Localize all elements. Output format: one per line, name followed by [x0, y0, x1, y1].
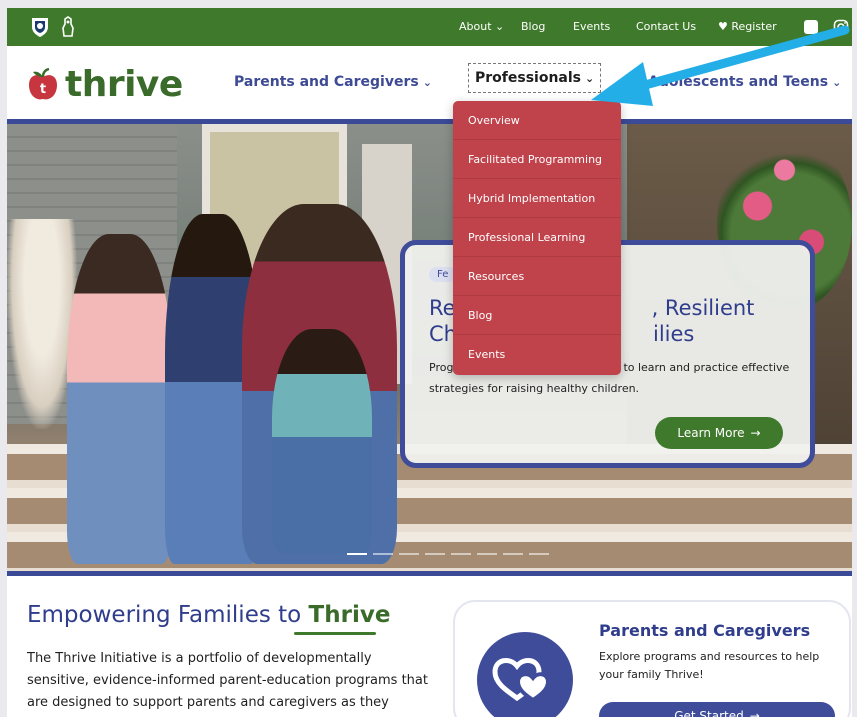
- apple-icon: t: [29, 67, 57, 99]
- card-description: Explore programs and resources to help y…: [599, 650, 820, 681]
- intro-paragraph: The Thrive Initiative is a portfolio of …: [27, 651, 428, 710]
- learn-more-button[interactable]: Learn More →: [655, 417, 783, 449]
- chevron-down-icon: ⌄: [495, 20, 505, 33]
- arrow-right-icon: →: [749, 709, 760, 717]
- arrow-right-icon: →: [750, 426, 761, 440]
- chevron-down-icon: ⌄: [422, 76, 432, 89]
- nav-parents[interactable]: Parents and Caregivers ⌄: [234, 74, 432, 90]
- annotation-arrow-icon: [591, 25, 850, 106]
- parents-card: Parents and Caregivers Explore programs …: [453, 600, 851, 717]
- topnav-blog[interactable]: Blog: [521, 20, 545, 33]
- get-started-button[interactable]: Get Started →: [599, 702, 835, 717]
- dropdown-item-facilitated-programming[interactable]: Facilitated Programming: [453, 140, 621, 179]
- card-title: Parents and Caregivers: [599, 621, 811, 640]
- dropdown-item-resources[interactable]: Resources: [453, 257, 621, 296]
- logo-wordmark: thrive: [65, 64, 183, 105]
- dropdown-item-hybrid-implementation[interactable]: Hybrid Implementation: [453, 179, 621, 218]
- svg-text:t: t: [40, 82, 46, 97]
- heading-underline: [294, 632, 376, 635]
- dropdown-item-events[interactable]: Events: [453, 335, 621, 374]
- mascot-icon[interactable]: [57, 16, 79, 38]
- section-divider: [7, 571, 852, 576]
- intro-heading: Empowering Families to Thrive: [27, 602, 391, 628]
- topnav-about[interactable]: About ⌄: [459, 20, 504, 33]
- university-shield-icon[interactable]: [29, 16, 51, 38]
- thrive-logo[interactable]: t thrive: [27, 64, 183, 105]
- professionals-dropdown: Overview Facilitated Programming Hybrid …: [453, 101, 621, 375]
- browser-viewport: About ⌄ Blog Events Contact Us ♥ Registe…: [7, 8, 852, 717]
- hearts-icon: [477, 632, 573, 717]
- dropdown-item-professional-learning[interactable]: Professional Learning: [453, 218, 621, 257]
- carousel-dots[interactable]: [347, 553, 549, 555]
- dropdown-item-blog[interactable]: Blog: [453, 296, 621, 335]
